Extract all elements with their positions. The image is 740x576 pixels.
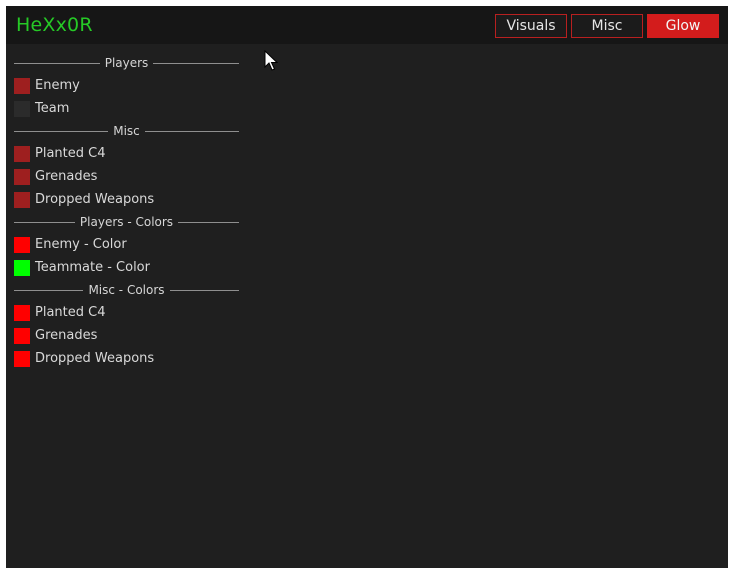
color-swatch[interactable] bbox=[14, 304, 30, 321]
color-row-planted-c4[interactable]: Planted C4 bbox=[14, 301, 239, 324]
section-header-players-colors: Players - Colors bbox=[14, 211, 239, 233]
glow-settings-panel: Players Enemy Team Misc Planted C4 Grena… bbox=[14, 52, 239, 370]
color-swatch[interactable] bbox=[14, 259, 30, 276]
color-row-dropped-weapons[interactable]: Dropped Weapons bbox=[14, 347, 239, 370]
section-header-players: Players bbox=[14, 52, 239, 74]
app-title: HeXx0R bbox=[16, 14, 93, 36]
checkbox[interactable] bbox=[14, 77, 30, 94]
checkbox-label: Dropped Weapons bbox=[35, 191, 155, 207]
menu-window: HeXx0R Visuals Misc Glow Players Enemy T… bbox=[6, 6, 728, 568]
tab-misc[interactable]: Misc bbox=[571, 14, 643, 38]
checkbox-row-dropped-weapons[interactable]: Dropped Weapons bbox=[14, 188, 239, 211]
section-title: Players bbox=[99, 55, 154, 71]
checkbox-label: Grenades bbox=[35, 168, 98, 184]
color-label: Grenades bbox=[35, 327, 98, 343]
mouse-cursor-icon bbox=[264, 50, 278, 71]
color-swatch[interactable] bbox=[14, 236, 30, 253]
tab-glow[interactable]: Glow bbox=[647, 14, 719, 38]
checkbox[interactable] bbox=[14, 191, 30, 208]
color-label: Enemy - Color bbox=[35, 236, 127, 252]
checkbox[interactable] bbox=[14, 145, 30, 162]
section-title: Misc bbox=[108, 123, 145, 139]
tab-bar: Visuals Misc Glow bbox=[495, 14, 719, 38]
section-title: Misc - Colors bbox=[83, 282, 170, 298]
color-label: Teammate - Color bbox=[35, 259, 150, 275]
section-header-misc: Misc bbox=[14, 120, 239, 142]
tab-visuals[interactable]: Visuals bbox=[495, 14, 567, 38]
title-bar: HeXx0R Visuals Misc Glow bbox=[6, 6, 728, 44]
color-label: Dropped Weapons bbox=[35, 350, 155, 366]
checkbox-label: Planted C4 bbox=[35, 145, 106, 161]
color-label: Planted C4 bbox=[35, 304, 106, 320]
color-swatch[interactable] bbox=[14, 350, 30, 367]
checkbox-row-team[interactable]: Team bbox=[14, 97, 239, 120]
checkbox[interactable] bbox=[14, 168, 30, 185]
color-row-enemy[interactable]: Enemy - Color bbox=[14, 233, 239, 256]
color-row-teammate[interactable]: Teammate - Color bbox=[14, 256, 239, 279]
checkbox-row-enemy[interactable]: Enemy bbox=[14, 74, 239, 97]
color-row-grenades[interactable]: Grenades bbox=[14, 324, 239, 347]
checkbox-row-grenades[interactable]: Grenades bbox=[14, 165, 239, 188]
section-header-misc-colors: Misc - Colors bbox=[14, 279, 239, 301]
color-swatch[interactable] bbox=[14, 327, 30, 344]
checkbox[interactable] bbox=[14, 100, 30, 117]
section-title: Players - Colors bbox=[74, 214, 179, 230]
checkbox-label: Enemy bbox=[35, 77, 80, 93]
checkbox-label: Team bbox=[35, 100, 70, 116]
checkbox-row-planted-c4[interactable]: Planted C4 bbox=[14, 142, 239, 165]
